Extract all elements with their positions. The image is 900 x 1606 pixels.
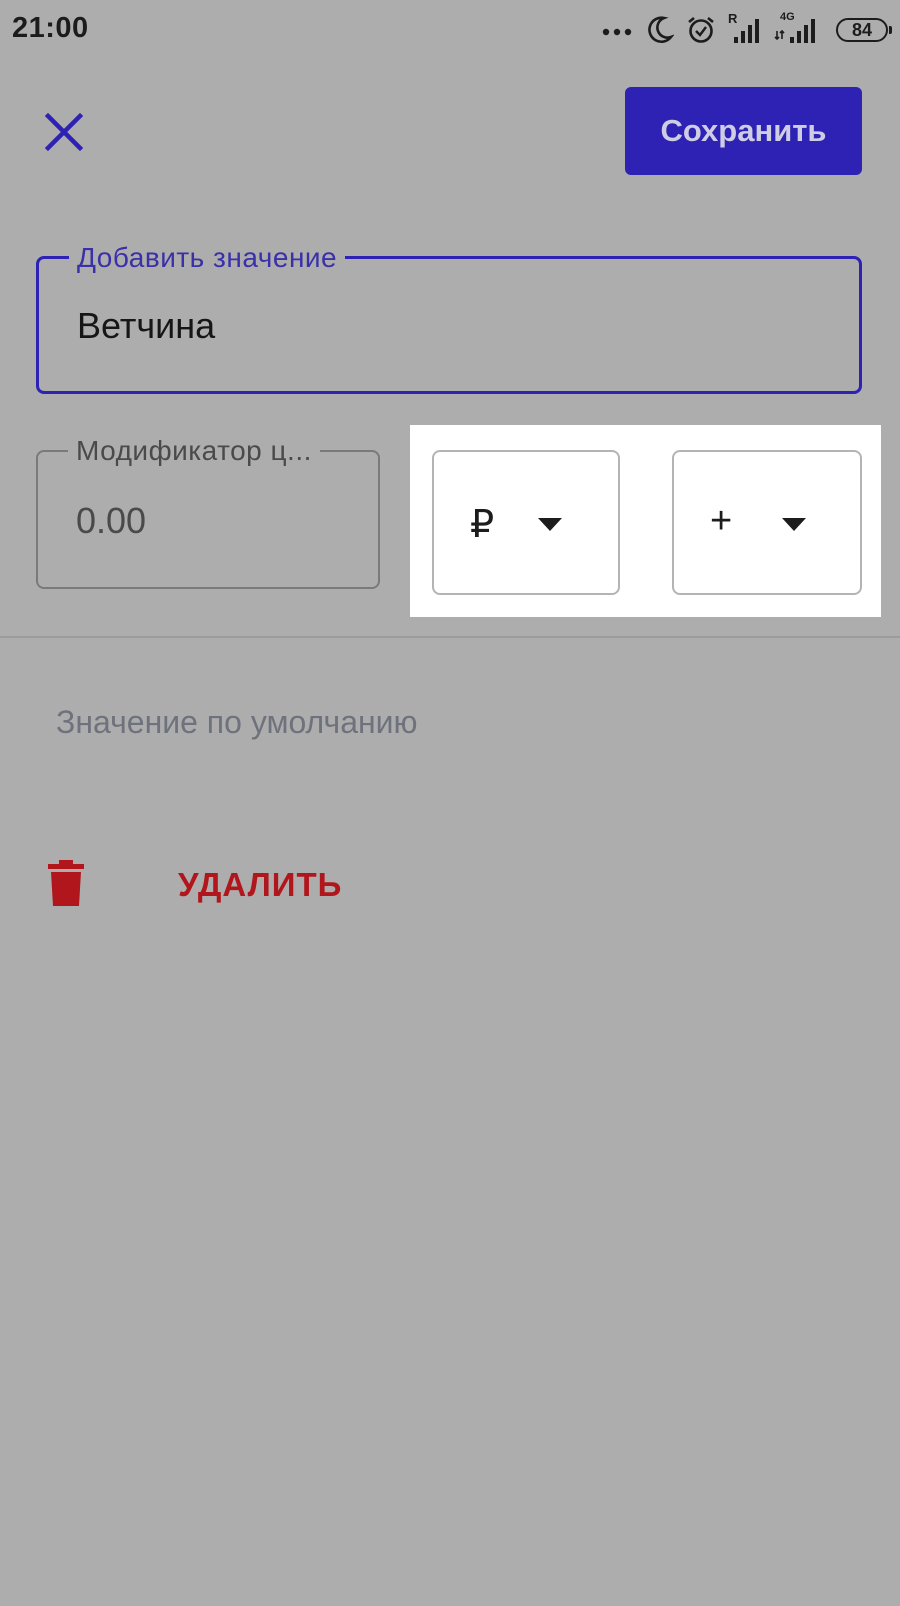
signal-roaming: R [728,11,762,45]
sign-select-value: + [710,500,733,542]
currency-select-value: ₽ [470,504,495,546]
close-icon [44,112,84,152]
trash-icon [48,860,84,906]
currency-select[interactable]: ₽ [432,450,620,595]
alarm-icon [688,16,714,43]
save-button[interactable]: Сохранить [625,87,862,175]
sign-select[interactable]: + [672,450,862,595]
chevron-down-icon [538,518,562,531]
divider [0,636,900,638]
highlight-panel: ₽ + [410,425,881,617]
value-name-label: Добавить значение [69,242,346,274]
status-icons: R 4G 84 [602,11,892,48]
status-bar: 21:00 R 4G 84 [0,0,900,60]
value-name-field[interactable]: Добавить значение Ветчина [36,242,862,394]
status-time: 21:00 [12,12,89,44]
moon-icon [648,16,674,44]
value-name-input[interactable]: Ветчина [77,305,215,347]
battery-level: 84 [851,19,873,40]
delete-label: УДАЛИТЬ [178,866,343,903]
signal-4g-bars-icon [774,19,815,43]
price-modifier-label: Модификатор ц... [68,435,320,467]
default-value-option[interactable]: Значение по умолчанию [56,704,418,741]
signal-4g: 4G [774,11,824,45]
battery-indicator: 84 [836,18,892,42]
close-button[interactable] [30,98,98,166]
chevron-down-icon [782,518,806,531]
delete-button[interactable]: УДАЛИТЬ [40,852,460,912]
more-notifications-icon [602,28,632,36]
signal-bars-icon [734,19,759,43]
price-modifier-field[interactable]: Модификатор ц... 0.00 [36,435,380,589]
price-modifier-input[interactable]: 0.00 [76,500,146,542]
